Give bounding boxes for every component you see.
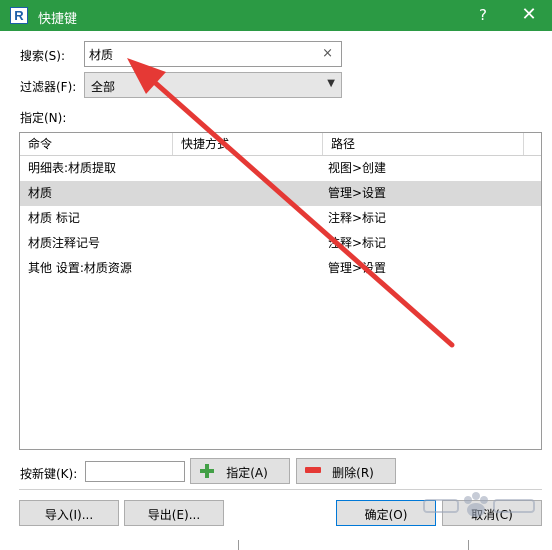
table-row[interactable]: 材质 管理>设置 [20,181,541,206]
import-button-label: 导入(I)... [44,508,94,522]
search-box[interactable]: × [84,41,342,67]
table-row[interactable]: 材质 标记 注释>标记 [20,206,541,231]
row-path: 注释>标记 [328,236,387,250]
table-row[interactable]: 材质注释记号 注释>标记 [20,231,541,256]
row-command: 其他 设置:材质资源 [28,261,132,275]
row-command: 材质 标记 [28,211,80,225]
remove-button[interactable]: 删除(R) [296,458,396,484]
column-header-command[interactable]: 命令 [20,133,173,155]
row-path: 管理>设置 [328,261,387,275]
list-header: 命令 快捷方式 路径 [20,133,541,156]
row-command: 明细表:材质提取 [28,161,117,175]
shortcut-list[interactable]: 命令 快捷方式 路径 明细表:材质提取 视图>创建 材质 管理>设置 材质 标记 注释>标… [19,132,542,450]
newkey-input[interactable] [85,461,185,482]
background-divider [468,540,469,550]
revit-logo-icon: R [10,7,28,24]
remove-button-label: 删除(R) [332,466,374,480]
assign-label: 指定(N): [20,111,67,125]
close-icon[interactable]: ✕ [514,3,544,27]
column-header-path[interactable]: 路径 [323,133,524,155]
search-label: 搜索(S): [20,49,66,63]
title-bar: R 快捷键 ? ✕ [0,0,552,31]
export-button-label: 导出(E)... [147,508,201,522]
export-button[interactable]: 导出(E)... [124,500,224,526]
newkey-label: 按新键(K): [20,467,78,481]
filter-value: 全部 [91,80,116,94]
background-window-strip [0,538,552,550]
assign-button[interactable]: 指定(A) [190,458,290,484]
row-path: 注释>标记 [328,211,387,225]
row-command: 材质 [28,186,53,200]
clear-icon[interactable]: × [322,46,333,61]
row-command: 材质注释记号 [28,236,101,250]
import-button[interactable]: 导入(I)... [19,500,119,526]
assign-button-label: 指定(A) [226,466,268,480]
filter-select[interactable]: 全部 ▼ [84,72,342,98]
search-input[interactable] [89,45,309,63]
column-header-shortcut[interactable]: 快捷方式 [173,133,323,155]
table-row[interactable]: 其他 设置:材质资源 管理>设置 [20,256,541,281]
row-path: 管理>设置 [328,186,387,200]
row-path: 视图>创建 [328,161,387,175]
window-title: 快捷键 [38,12,78,27]
filter-label: 过滤器(F): [20,80,77,94]
help-button[interactable]: ? [479,6,487,24]
watermark-logo-icon [423,492,535,517]
chevron-down-icon: ▼ [327,78,335,89]
background-divider [238,540,239,550]
table-row[interactable]: 明细表:材质提取 视图>创建 [20,156,541,181]
